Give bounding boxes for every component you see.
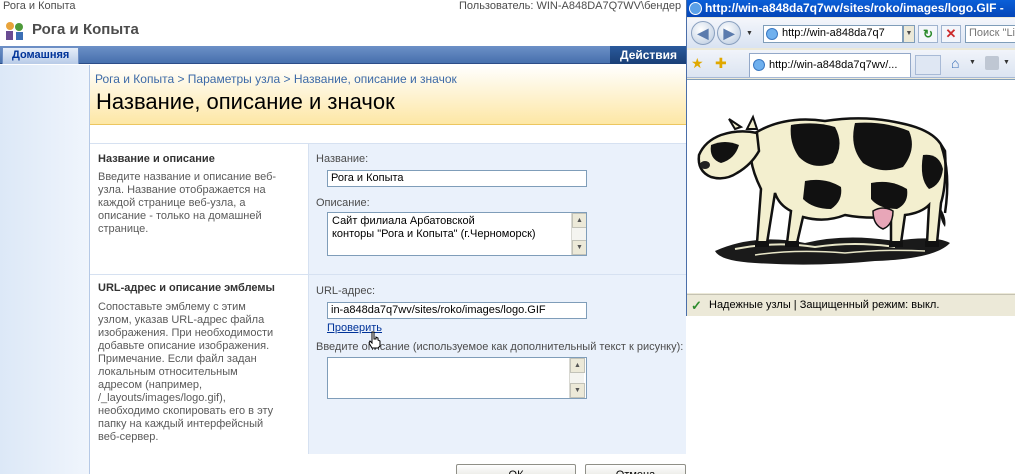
logo-description-scrollbar[interactable]: ▲ ▼	[569, 358, 585, 398]
page-icon	[766, 28, 778, 40]
trusted-zone-check-icon: ✓	[691, 298, 702, 313]
breadcrumb[interactable]: Рога и Копыта > Параметры узла > Названи…	[95, 72, 457, 86]
ie-tab-active[interactable]: http://win-a848da7q7wv/...	[749, 53, 911, 77]
address-text: http://win-a848da7q7	[782, 27, 885, 39]
section-heading: URL-адрес и описание эмблемы	[98, 282, 275, 294]
cow-image	[697, 114, 950, 265]
section-description-column: Название и описание Введите название и о…	[90, 143, 308, 274]
section-help-text: Сопоставьте эмблему с этим узлом, указав…	[98, 301, 274, 443]
description-line: конторы "Рога и Копыта" (г.Черноморск)	[332, 228, 536, 240]
site-crumb-link[interactable]: Рога и Копыта	[3, 0, 76, 12]
ie-app-icon	[689, 2, 702, 15]
user-menu[interactable]: Пользователь: WIN-A848DA7Q7WV\бендер	[459, 0, 681, 12]
url-label: URL-адрес:	[316, 285, 375, 297]
section-help-text: Введите название и описание веб-узла. На…	[98, 171, 277, 235]
hand-cursor-icon	[368, 331, 381, 349]
site-logo-icon	[6, 22, 23, 40]
site-actions-button[interactable]: Действия	[610, 46, 688, 64]
description-line: Сайт филиала Арбатовской	[332, 215, 475, 227]
refresh-icon[interactable]: ↻	[918, 25, 938, 43]
sharepoint-page: Рога и Копыта Пользователь: WIN-A848DA7Q…	[0, 0, 688, 474]
section-logo: URL-адрес и описание эмблемы Сопоставьте…	[90, 274, 686, 454]
ie-title-bar[interactable]: http://win-a848da7q7wv/sites/roko/images…	[687, 0, 1015, 17]
forward-arrow-icon[interactable]: ▶	[717, 21, 741, 45]
top-bar: Рога и Копыта Пользователь: WIN-A848DA7Q…	[0, 0, 686, 14]
ie-window: http://win-a848da7q7wv/sites/roko/images…	[686, 0, 1015, 316]
add-favorite-icon[interactable]: ✚	[715, 55, 727, 72]
scroll-down-icon[interactable]: ▼	[572, 240, 586, 255]
home-dropdown-icon[interactable]: ▼	[969, 59, 976, 66]
tab-page-icon	[753, 59, 765, 71]
section-fields-column: URL-адрес: in-a848da7q7wv/sites/roko/ima…	[308, 274, 686, 454]
ie-content-area	[687, 79, 1015, 293]
logo-description-textarea[interactable]	[327, 357, 587, 399]
tab-home[interactable]: Домашняя	[2, 47, 80, 64]
left-nav-panel	[0, 65, 90, 474]
scroll-up-icon[interactable]: ▲	[570, 358, 585, 373]
description-scrollbar[interactable]: ▲ ▼	[571, 213, 586, 255]
status-text[interactable]: Надежные узлы | Защищенный режим: выкл.	[709, 299, 939, 311]
section-name-description: Название и описание Введите название и о…	[90, 143, 686, 274]
description-label: Описание:	[316, 197, 370, 209]
name-label: Название:	[316, 153, 369, 165]
favorites-star-icon[interactable]: ★	[691, 55, 704, 72]
section-fields-column: Название: Рога и Копыта Описание: Сайт ф…	[308, 143, 686, 274]
site-title-row: Рога и Копыта	[0, 16, 686, 46]
page-header: Рога и Копыта > Параметры узла > Названи…	[90, 65, 686, 125]
address-dropdown-icon[interactable]: ▼	[903, 25, 915, 43]
new-tab-button[interactable]	[915, 55, 941, 75]
section-heading: Название и описание	[98, 153, 215, 165]
ie-navigation-bar: ◀ ▶ ▼ http://win-a848da7q7 ▼ ↻ ✕ Поиск "…	[687, 18, 1015, 48]
history-dropdown-icon[interactable]: ▼	[746, 30, 753, 37]
ie-window-title: http://win-a848da7q7wv/sites/roko/images…	[705, 1, 1004, 15]
ie-tab-row: ★ ✚ http://win-a848da7q7wv/... ⌂ ▼ ▼	[687, 50, 1015, 78]
section-description-column: URL-адрес и описание эмблемы Сопоставьте…	[90, 274, 308, 454]
search-input[interactable]: Поиск "Live	[965, 25, 1015, 43]
cancel-button[interactable]: Отмена	[585, 464, 686, 474]
description-textarea[interactable]: Сайт филиала Арбатовской конторы "Рога и…	[327, 212, 587, 256]
title-input[interactable]: Рога и Копыта	[327, 170, 587, 187]
scroll-up-icon[interactable]: ▲	[572, 213, 586, 228]
rss-dropdown-icon[interactable]: ▼	[1003, 59, 1010, 66]
logo-url-input[interactable]: in-a848da7q7wv/sites/roko/images/logo.GI…	[327, 302, 587, 319]
tab-title: http://win-a848da7q7wv/...	[769, 59, 898, 71]
rss-feed-icon[interactable]	[985, 56, 999, 70]
ie-status-bar: ✓ Надежные узлы | Защищенный режим: выкл…	[687, 294, 1015, 316]
scroll-down-icon[interactable]: ▼	[570, 383, 585, 398]
settings-form: Название и описание Введите название и о…	[90, 126, 686, 474]
page-title: Название, описание и значок	[96, 89, 395, 114]
stop-icon[interactable]: ✕	[941, 25, 961, 43]
home-icon[interactable]: ⌂	[951, 55, 959, 71]
top-nav-bar: Домашняя Действия	[0, 46, 688, 64]
ok-button[interactable]: ОК	[456, 464, 576, 474]
site-title[interactable]: Рога и Копыта	[32, 21, 139, 38]
address-bar[interactable]: http://win-a848da7q7	[763, 25, 903, 43]
back-arrow-icon[interactable]: ◀	[691, 21, 715, 45]
screen: Рога и Копыта Пользователь: WIN-A848DA7Q…	[0, 0, 1015, 474]
